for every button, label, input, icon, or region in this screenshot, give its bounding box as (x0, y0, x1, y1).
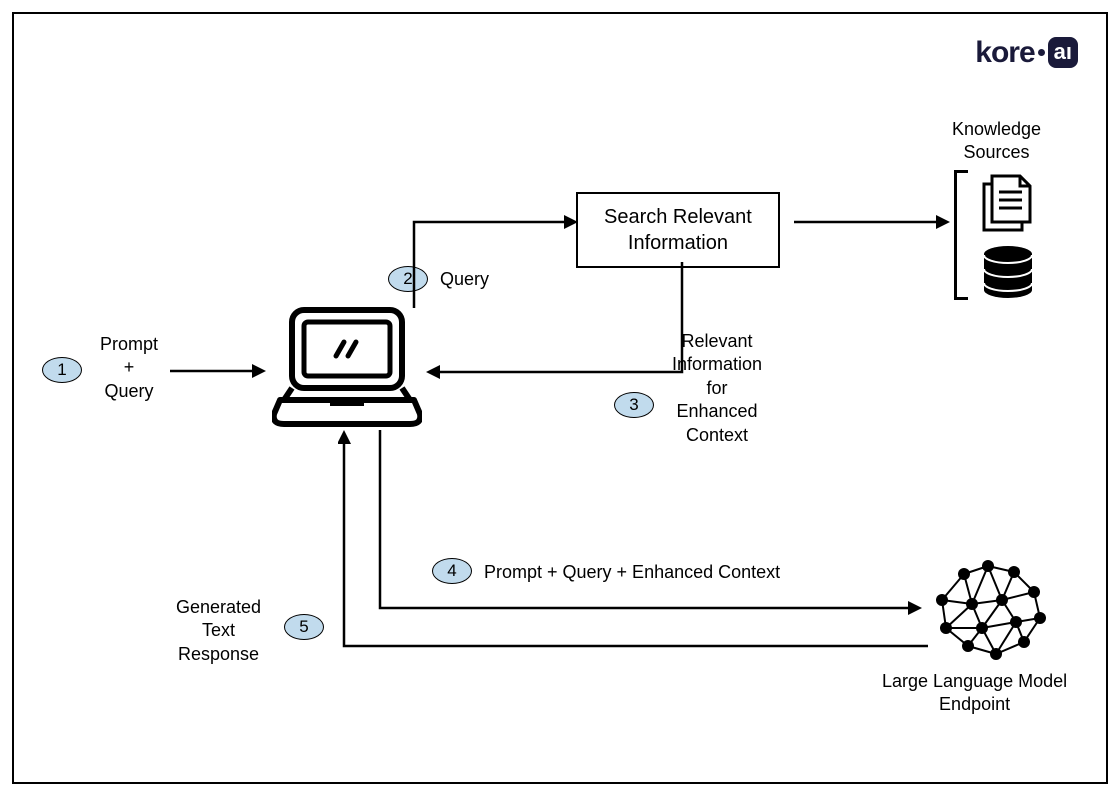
diagram-canvas: koreaı 1 Prompt + Query 2 Query (12, 12, 1108, 784)
arrow-to-knowledge (794, 212, 952, 232)
brand-text: kore (975, 36, 1034, 69)
search-box: Search Relevant Information (576, 192, 780, 268)
neural-network-icon (922, 556, 1052, 666)
arrow-step-5 (338, 428, 934, 656)
step-1-label: Prompt + Query (100, 333, 158, 403)
brand-dot-icon (1038, 49, 1045, 56)
step-3: 3 (614, 392, 654, 418)
knowledge-bracket (954, 170, 968, 300)
step-badge-5: 5 (284, 614, 324, 640)
search-box-line1: Search Relevant (604, 204, 752, 230)
step-badge-1: 1 (42, 357, 82, 383)
brand-logo: koreaı (975, 36, 1078, 70)
laptop-icon (272, 304, 422, 432)
brand-suffix: aı (1048, 37, 1078, 68)
documents-icon (980, 172, 1034, 234)
step-5: 5 (284, 614, 324, 640)
arrow-step-3 (424, 262, 688, 382)
knowledge-sources-label: Knowledge Sources (952, 118, 1041, 165)
arrow-step-1 (170, 361, 266, 381)
step-5-label: Generated Text Response (176, 596, 261, 666)
database-icon (980, 244, 1036, 300)
search-box-line2: Information (604, 230, 752, 256)
step-badge-3: 3 (614, 392, 654, 418)
llm-endpoint-label: Large Language Model Endpoint (882, 670, 1067, 717)
step-1: 1 (42, 357, 82, 383)
